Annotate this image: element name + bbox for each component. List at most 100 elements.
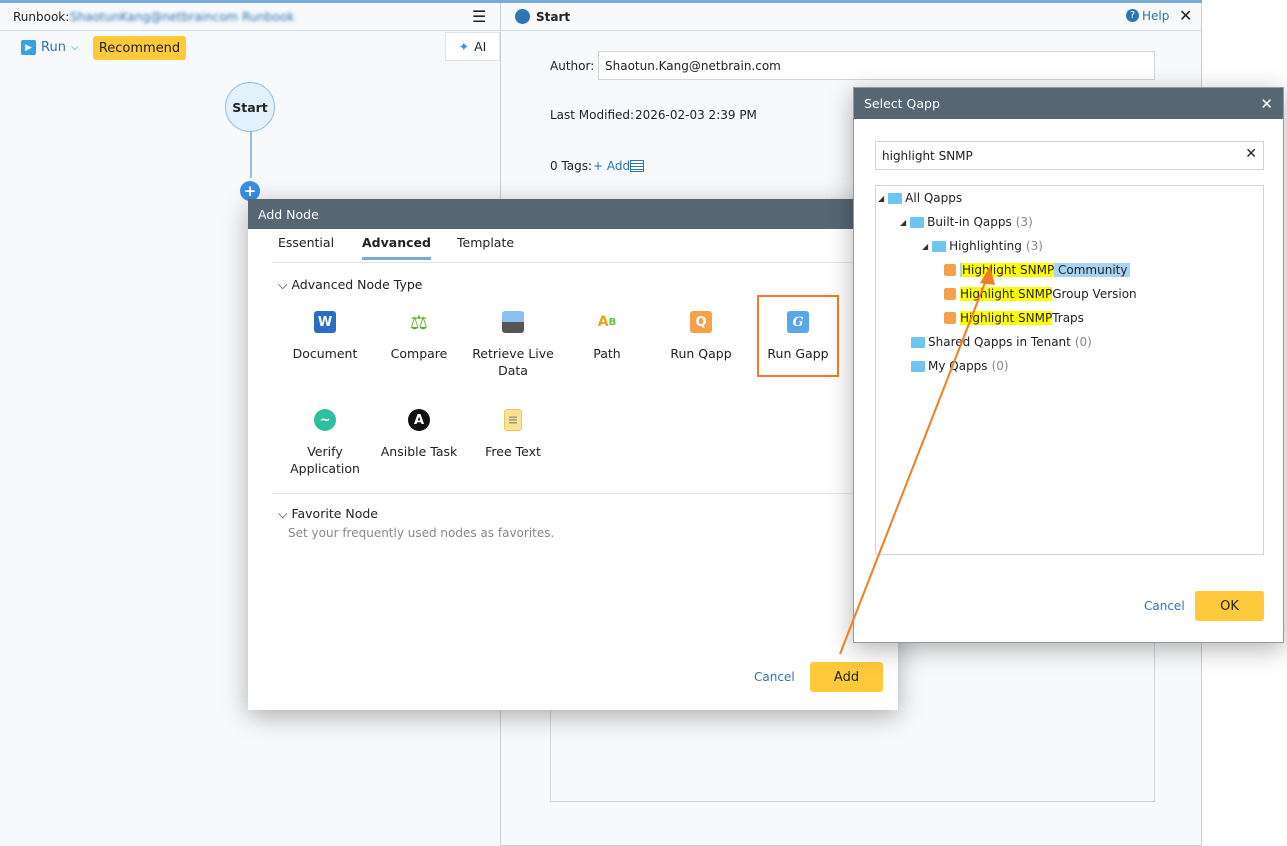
tab-advanced[interactable]: Advanced: [362, 235, 431, 260]
divider: [272, 262, 898, 263]
chevron-down-icon: ⌵: [278, 277, 292, 292]
tab-template[interactable]: Template: [457, 235, 514, 250]
folder-icon: [911, 336, 925, 348]
tree-item-qapp[interactable]: Highlight SNMP Community: [944, 261, 1131, 279]
play-icon: ▶: [21, 40, 36, 55]
node-label: Ansible Task: [380, 444, 458, 459]
author-field[interactable]: Shaotun.Kang@netbrain.com: [598, 51, 1155, 80]
properties-header: Start ? Help ✕: [501, 3, 1202, 31]
select-qapp-dialog: Select Qapp ✕ highlight SNMP ✕ ◢ All Qapps …: [853, 87, 1284, 643]
tree-count: (0): [991, 359, 1009, 373]
ansible-icon: A: [408, 409, 430, 431]
folder-icon: [888, 192, 903, 204]
favorite-hint: Set your frequently used nodes as favori…: [288, 526, 555, 540]
path-icon: AB: [597, 313, 617, 330]
connector-line: [250, 132, 252, 178]
node-label: Document: [292, 346, 358, 361]
node-label: Run Qapp: [670, 346, 732, 361]
add-node-plus-icon[interactable]: +: [240, 181, 260, 201]
word-document-icon: W: [314, 311, 336, 333]
node-label: Free Text: [485, 444, 541, 459]
runbook-name-dropdown[interactable]: ShaotunKang@netbraincom Runbook: [70, 10, 294, 24]
folder-icon: [911, 360, 925, 372]
node-label: Retrieve Live Data: [472, 346, 554, 378]
tab-essential[interactable]: Essential: [278, 235, 334, 250]
section-title: Favorite Node: [291, 506, 379, 521]
node-document[interactable]: W Document: [280, 311, 370, 362]
match-text: Highlight SNMP: [962, 263, 1055, 277]
node-label: Run Gapp: [767, 346, 829, 361]
node-compare[interactable]: ⚖ Compare: [374, 311, 464, 362]
close-icon[interactable]: ✕: [1179, 6, 1192, 25]
rest-text: Group Version: [1052, 287, 1137, 301]
tree-label: Highlighting: [949, 239, 1022, 253]
close-icon[interactable]: ✕: [1260, 95, 1273, 113]
match-text: Highlight SNMP: [960, 311, 1053, 325]
node-retrieve-live-data[interactable]: Retrieve Live Data: [468, 311, 558, 379]
tag-list-icon[interactable]: [630, 160, 644, 172]
tree-count: (3): [1025, 239, 1043, 253]
section-title: Advanced Node Type: [291, 277, 423, 292]
gapp-icon: G: [787, 311, 809, 333]
rest-text: Traps: [1052, 311, 1084, 325]
tree-node-highlighting[interactable]: ◢ Highlighting (3): [922, 237, 1043, 255]
last-modified-value: 2026-02-03 2:39 PM: [635, 108, 757, 122]
dialog-title: Select Qapp ✕: [854, 88, 1283, 119]
qapp-tree: ◢ All Qapps ◢ Built-in Qapps (3) ◢ Highlight…: [875, 185, 1264, 555]
cancel-button[interactable]: Cancel: [754, 670, 795, 684]
dialog-title-text: Select Qapp: [864, 96, 940, 111]
retrieve-data-icon: [502, 311, 524, 333]
add-node-dialog: Add Node Essential Advanced Template ⌵ A…: [248, 199, 898, 710]
run-button[interactable]: ▶ Run ⌵: [21, 40, 79, 55]
tree-label: Built-in Qapps: [927, 215, 1012, 229]
favorite-section-toggle[interactable]: ⌵ Favorite Node: [278, 506, 378, 522]
tags-label: 0 Tags:: [550, 159, 593, 173]
last-modified-label: Last Modified:: [550, 108, 635, 122]
runbook-label: Runbook:: [13, 10, 70, 24]
chevron-down-icon: ⌵: [278, 506, 292, 521]
ai-button[interactable]: ✦ AI: [445, 32, 500, 61]
folder-icon: [932, 240, 947, 252]
panel-title: Start: [536, 10, 571, 24]
clear-search-icon[interactable]: ✕: [1245, 146, 1257, 162]
tree-item-qapp[interactable]: Highlight SNMP Traps: [944, 309, 1084, 327]
node-run-qapp[interactable]: Q Run Qapp: [656, 311, 746, 362]
tree-node-shared[interactable]: Shared Qapps in Tenant (0): [911, 333, 1092, 351]
tree-count: (3): [1015, 215, 1033, 229]
node-ansible-task[interactable]: A Ansible Task: [374, 409, 464, 460]
qapp-icon: [944, 264, 956, 276]
ok-button[interactable]: OK: [1195, 591, 1264, 621]
add-button[interactable]: Add: [810, 662, 883, 692]
chevron-down-icon: ⌵: [70, 42, 79, 53]
tree-node-all-qapps[interactable]: ◢ All Qapps: [878, 189, 962, 207]
advanced-section-toggle[interactable]: ⌵ Advanced Node Type: [278, 277, 422, 293]
search-value: highlight SNMP: [882, 149, 973, 163]
start-node-icon: [515, 9, 530, 24]
node-path[interactable]: A B Path: [562, 311, 652, 362]
qapp-icon: Q: [690, 311, 712, 333]
node-label: Path: [593, 346, 621, 361]
cancel-button[interactable]: Cancel: [1144, 599, 1185, 613]
qapp-search-input[interactable]: highlight SNMP ✕: [875, 141, 1264, 170]
help-link[interactable]: ? Help: [1126, 9, 1169, 23]
tree-label: Shared Qapps in Tenant: [928, 335, 1071, 349]
node-label: Verify Application: [290, 444, 360, 476]
node-free-text[interactable]: ≡ Free Text: [468, 409, 558, 460]
tree-node-builtin[interactable]: ◢ Built-in Qapps (3): [900, 213, 1033, 231]
tree-item-qapp[interactable]: Highlight SNMP Group Version: [944, 285, 1137, 303]
run-label: Run: [41, 40, 66, 55]
menu-icon[interactable]: ☰: [472, 7, 486, 26]
node-verify-application[interactable]: ~ Verify Application: [280, 409, 370, 477]
verify-icon: ~: [314, 409, 336, 431]
tree-label: All Qapps: [905, 191, 963, 205]
start-node[interactable]: Start: [225, 82, 275, 132]
qapp-icon: [944, 288, 956, 300]
dialog-title: Add Node: [248, 199, 898, 229]
runbook-header: Runbook: ShaotunKang@netbraincom Runbook…: [0, 3, 501, 31]
add-tag-link[interactable]: + Add: [593, 159, 630, 173]
tree-count: (0): [1074, 335, 1092, 349]
tree-node-my-qapps[interactable]: My Qapps (0): [911, 357, 1009, 375]
recommend-button[interactable]: Recommend: [93, 36, 186, 60]
node-run-gapp[interactable]: G Run Gapp: [757, 295, 839, 377]
tree-label: My Qapps: [928, 359, 988, 373]
